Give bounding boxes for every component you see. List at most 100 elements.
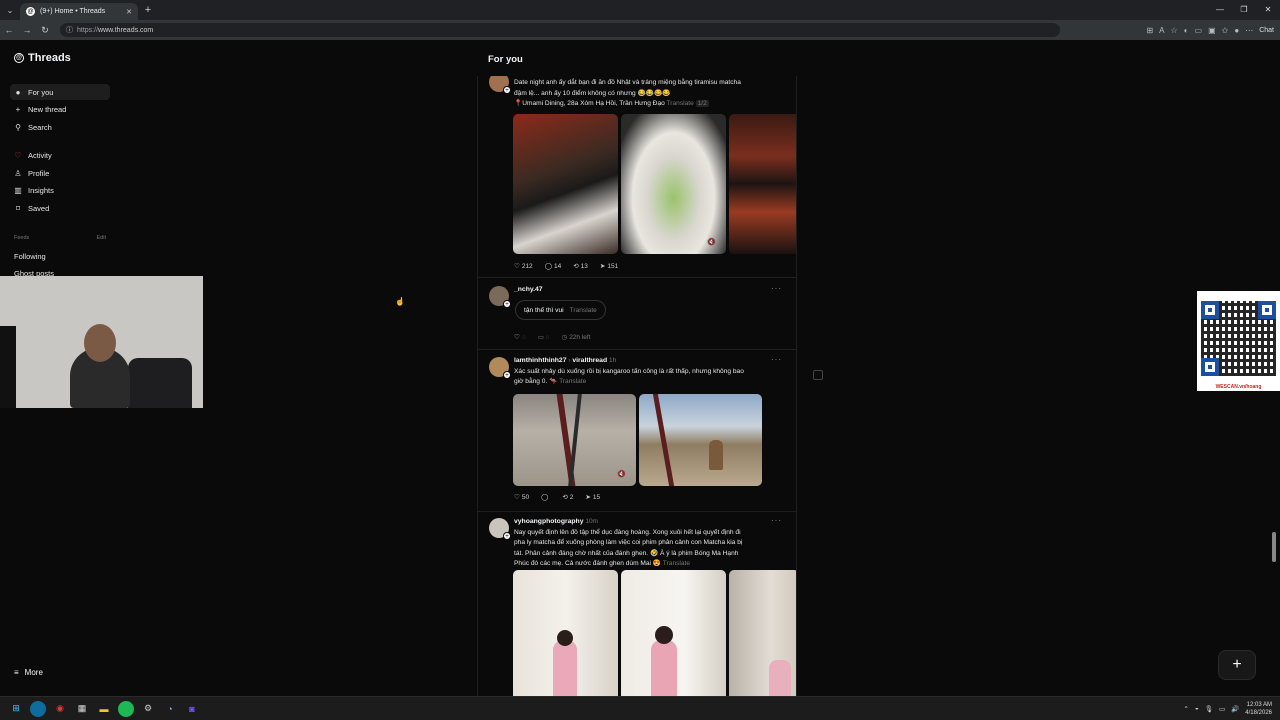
- close-window-icon[interactable]: ✕: [1256, 0, 1280, 20]
- nav-new-thread[interactable]: + New thread: [10, 102, 110, 118]
- avatar[interactable]: +: [489, 357, 511, 379]
- comment-button[interactable]: ◯: [541, 493, 550, 501]
- edit-feeds-link[interactable]: Edit: [97, 235, 106, 241]
- more-options-icon[interactable]: ···: [771, 355, 782, 364]
- follow-plus-icon[interactable]: +: [503, 532, 511, 540]
- post-2[interactable]: + _nchy.47 ··· tận thế thì vui Translate…: [478, 278, 796, 350]
- like-button[interactable]: ♡ 212: [514, 262, 533, 270]
- display-icon[interactable]: ▭: [1219, 705, 1225, 713]
- food-photo[interactable]: [513, 114, 618, 254]
- browser-tab-threads[interactable]: @ (9+) Home • Threads ✕: [20, 3, 138, 20]
- mute-icon[interactable]: 🔇: [707, 238, 716, 246]
- minimize-icon[interactable]: —: [1208, 0, 1232, 20]
- favorite-star-icon[interactable]: ☆: [1171, 26, 1178, 35]
- follow-plus-icon[interactable]: +: [503, 86, 511, 94]
- comment-button[interactable]: ◯ 14: [545, 262, 562, 270]
- restore-icon[interactable]: ❐: [1232, 0, 1256, 20]
- new-tab-button[interactable]: +: [138, 4, 158, 16]
- chrome-icon[interactable]: ◉: [52, 701, 68, 717]
- extension-icon[interactable]: ◐: [1184, 26, 1189, 35]
- tab-actions-icon[interactable]: ⌄: [0, 0, 20, 20]
- selfie-photo[interactable]: [513, 570, 618, 696]
- forward-arrow-icon[interactable]: →: [18, 25, 36, 35]
- post-media-carousel[interactable]: 🔇: [513, 114, 796, 254]
- profile-avatar-icon[interactable]: ●: [1234, 26, 1239, 35]
- avatar[interactable]: +: [489, 76, 511, 94]
- settings-gear-icon[interactable]: ⚙: [140, 701, 156, 717]
- edge-browser-icon[interactable]: [30, 700, 46, 717]
- avatar[interactable]: +: [489, 286, 511, 308]
- post-4[interactable]: + vyhoangphotography 10m Nay quyết định …: [478, 512, 796, 696]
- nav-activity[interactable]: ♡ Activity: [10, 148, 110, 164]
- faint-square-icon: [813, 370, 823, 380]
- nav-profile[interactable]: ♙ Profile: [10, 165, 110, 181]
- like-button[interactable]: ♡ 50: [514, 493, 529, 501]
- threads-brand[interactable]: @ Threads: [14, 52, 71, 64]
- split-screen-icon[interactable]: ▭: [1195, 26, 1203, 35]
- like-button[interactable]: ♡ ◌: [514, 333, 526, 341]
- translate-link[interactable]: Translate: [667, 100, 694, 107]
- show-hidden-icons-icon[interactable]: ⌃: [1183, 705, 1188, 713]
- apps-icon[interactable]: ⊞: [1146, 26, 1153, 35]
- translate-link[interactable]: Translate: [570, 307, 597, 314]
- avatar[interactable]: +: [489, 518, 511, 540]
- kangaroo-photo[interactable]: [639, 394, 762, 486]
- selfie-photo[interactable]: [729, 570, 796, 696]
- follow-plus-icon[interactable]: +: [503, 371, 511, 379]
- more-options-icon[interactable]: ···: [771, 284, 782, 293]
- post-3[interactable]: + lamthinhthinh27 › viralthread 1h Xác s…: [478, 350, 796, 512]
- nav-insights[interactable]: ▥ Insights: [10, 183, 110, 199]
- nav-for-you[interactable]: ● For you: [10, 84, 110, 100]
- menu-dots-icon[interactable]: ⋯: [1245, 26, 1253, 35]
- close-tab-icon[interactable]: ✕: [126, 8, 132, 16]
- post-media[interactable]: 🔇: [513, 394, 762, 486]
- nav-search[interactable]: ⚲ Search: [10, 119, 110, 135]
- repost-button[interactable]: ⟲ 2: [562, 493, 573, 501]
- username[interactable]: _nchy.47: [514, 286, 543, 293]
- refresh-icon[interactable]: ↻: [36, 25, 54, 36]
- translate-link[interactable]: Translate: [663, 560, 690, 567]
- post-1[interactable]: + Date night anh ấy dắt bạn đi ăn đồ Nhậ…: [478, 76, 796, 278]
- discord-icon[interactable]: ◙: [184, 701, 200, 717]
- site-info-icon[interactable]: ⓘ: [66, 25, 73, 35]
- repost-button[interactable]: ⟲ 13: [573, 262, 588, 270]
- more-menu-button[interactable]: ≡ More: [14, 668, 43, 677]
- collections-icon[interactable]: ▣: [1208, 26, 1216, 35]
- url-field[interactable]: ⓘ https://www.threads.com: [60, 23, 1060, 37]
- translate-link[interactable]: Translate: [559, 378, 586, 385]
- comment-button[interactable]: ▭ ◌: [538, 333, 550, 341]
- favorites-icon[interactable]: ✩: [1222, 26, 1229, 35]
- microphone-icon[interactable]: 🎙: [1205, 705, 1213, 713]
- spotify-icon[interactable]: [118, 700, 134, 717]
- network-icon[interactable]: ◒: [1195, 705, 1199, 712]
- back-arrow-icon[interactable]: ←: [0, 25, 18, 35]
- volume-icon[interactable]: 🔊: [1231, 705, 1239, 713]
- share-button[interactable]: ➤ 15: [585, 493, 600, 501]
- post-media-carousel[interactable]: [513, 570, 796, 696]
- more-options-icon[interactable]: ···: [771, 516, 782, 525]
- page-scrollbar[interactable]: [1272, 532, 1276, 562]
- create-thread-button[interactable]: +: [1218, 650, 1256, 680]
- share-button[interactable]: ➤ 151: [600, 262, 618, 270]
- feed-following[interactable]: Following: [14, 252, 46, 261]
- share-icon: ➤: [585, 494, 591, 501]
- windows-start-icon[interactable]: ⊞: [8, 701, 24, 717]
- read-aloud-icon[interactable]: A: [1159, 26, 1164, 35]
- mute-icon[interactable]: 🔇: [617, 470, 626, 478]
- parachute-video-photo[interactable]: 🔇: [513, 394, 636, 486]
- copilot-chat-button[interactable]: Chat: [1259, 27, 1274, 34]
- username[interactable]: vyhoangphotography: [514, 518, 583, 525]
- username[interactable]: lamthinhthinh27: [514, 357, 567, 364]
- follow-plus-icon[interactable]: +: [503, 300, 511, 308]
- system-clock[interactable]: 12:03 AM 4/18/2026: [1245, 701, 1272, 717]
- via-username[interactable]: viralthread: [572, 357, 607, 364]
- file-explorer-icon[interactable]: ▬: [96, 701, 112, 717]
- restaurant-photo[interactable]: [729, 114, 796, 254]
- task-view-icon[interactable]: ▦: [74, 701, 90, 717]
- reply-bubble[interactable]: tận thế thì vui Translate: [515, 300, 606, 320]
- nav-saved[interactable]: ⌑ Saved: [10, 200, 110, 216]
- steam-icon[interactable]: ◔: [162, 701, 178, 717]
- repost-icon: ⟲: [562, 494, 568, 501]
- matcha-dessert-photo[interactable]: 🔇: [621, 114, 726, 254]
- selfie-photo[interactable]: [621, 570, 726, 696]
